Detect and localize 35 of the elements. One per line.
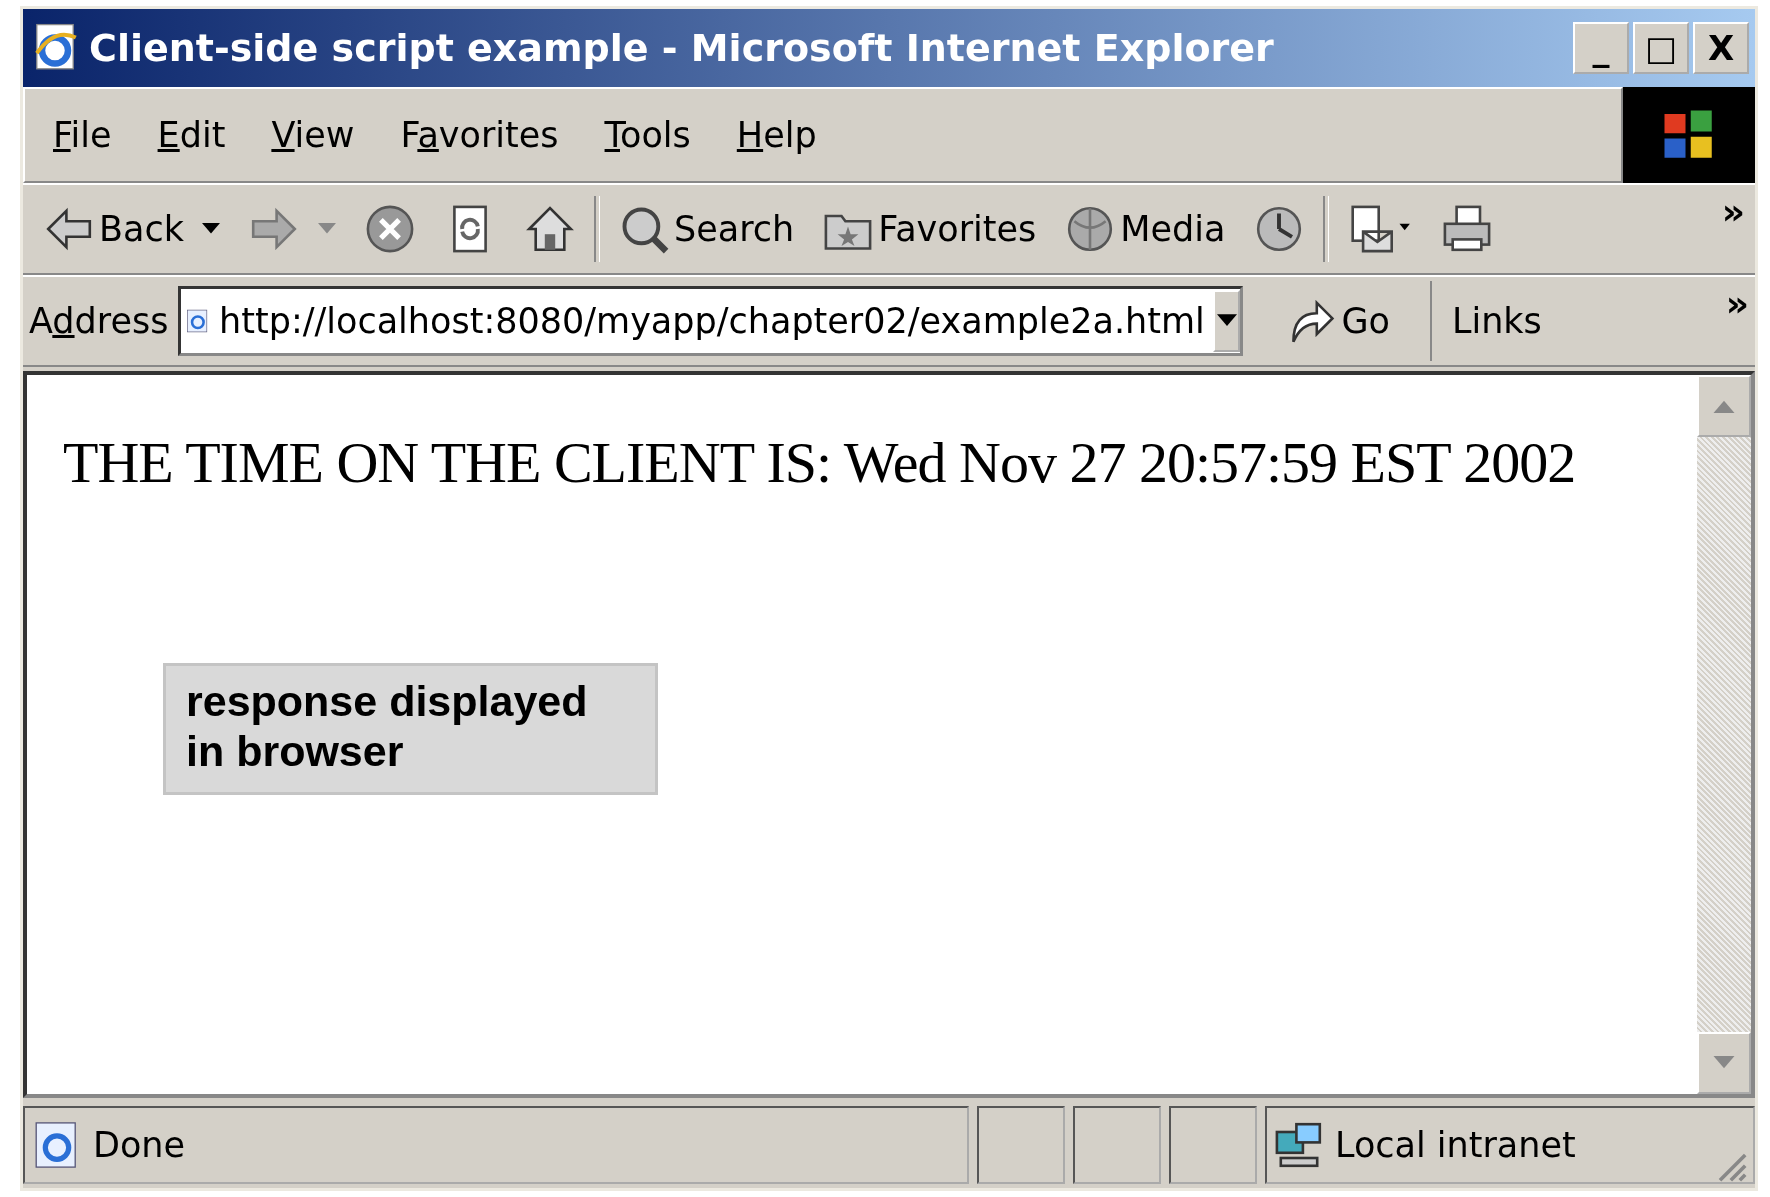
address-label: Address bbox=[29, 301, 169, 341]
security-zone-text: Local intranet bbox=[1335, 1125, 1576, 1165]
stop-icon bbox=[364, 203, 416, 255]
status-text: Done bbox=[93, 1125, 186, 1165]
windows-logo-icon bbox=[1623, 87, 1755, 183]
page-text: THE TIME ON THE CLIENT IS: Wed Nov 27 20:57:59 EST 2002 bbox=[63, 429, 1577, 496]
menu-item[interactable]: Tools bbox=[586, 115, 709, 155]
media-button[interactable]: Media bbox=[1054, 203, 1236, 255]
vertical-scrollbar[interactable] bbox=[1697, 375, 1751, 1094]
window-control-button[interactable]: _ bbox=[1573, 22, 1629, 74]
annotation-callout: response displayed in browser bbox=[163, 663, 658, 795]
window-control-button[interactable]: □ bbox=[1633, 22, 1689, 74]
caret-icon bbox=[202, 223, 220, 235]
more-chevron[interactable]: » bbox=[1725, 277, 1749, 324]
caret-icon bbox=[1216, 314, 1237, 328]
caret-icon bbox=[318, 223, 336, 235]
menu-item[interactable]: View bbox=[253, 115, 373, 155]
search-button[interactable]: Search bbox=[608, 203, 805, 255]
back-button[interactable]: Back bbox=[33, 203, 230, 255]
up-arrow-icon bbox=[1713, 399, 1735, 413]
go-button[interactable]: Go bbox=[1253, 281, 1432, 361]
menu-item[interactable]: Edit bbox=[139, 115, 244, 155]
dropdown-button[interactable] bbox=[1212, 290, 1241, 352]
more-chevron[interactable]: » bbox=[1721, 185, 1745, 232]
scroll-down-button[interactable] bbox=[1697, 1032, 1751, 1094]
menu-item[interactable]: Favorites bbox=[382, 115, 577, 155]
favorites-button[interactable]: Favorites bbox=[812, 203, 1047, 255]
window-title: Client-side script example - Microsoft Internet Explorer bbox=[89, 26, 1275, 70]
menu-item[interactable]: Help bbox=[718, 115, 835, 155]
down-arrow-icon bbox=[1713, 1056, 1735, 1070]
window-control-button[interactable]: X bbox=[1693, 22, 1749, 74]
scroll-up-button[interactable] bbox=[1697, 375, 1751, 437]
links-button[interactable]: Links bbox=[1441, 301, 1552, 341]
address-field[interactable]: http://localhost:8080/myapp/chapter02/example2a.html bbox=[178, 286, 1244, 356]
menu-item[interactable]: File bbox=[35, 115, 130, 155]
